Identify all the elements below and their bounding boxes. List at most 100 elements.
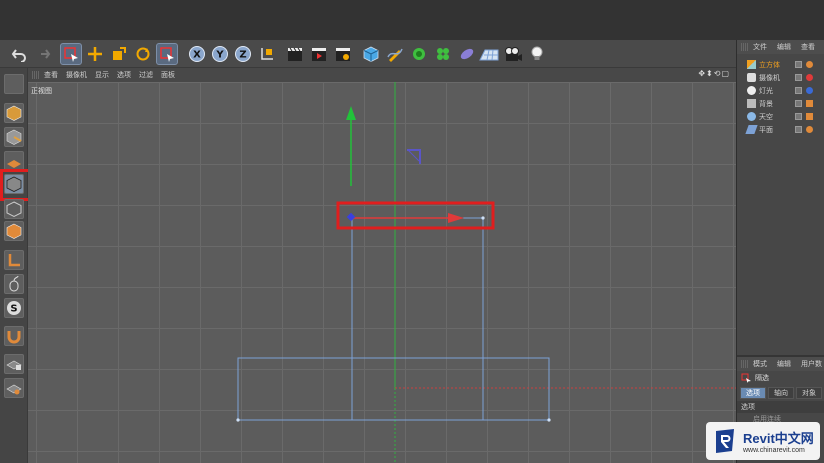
deformer-icon [460,48,474,60]
mode-palette: S [0,68,32,463]
spline-pen-button[interactable] [384,43,406,65]
tab-axis[interactable]: 轴向 [768,387,794,399]
cube-primitive-button[interactable] [360,43,382,65]
tweak-mode-button[interactable] [4,274,24,294]
lightbulb-icon [531,46,543,60]
z-axis-lock-button[interactable]: Z [232,43,254,65]
model-mode-button[interactable] [4,103,24,123]
render-view-button[interactable] [284,43,306,65]
svg-text:Y: Y [215,50,224,61]
object-row-cube[interactable]: 立方体 [737,58,824,71]
object-visibility-flag[interactable] [795,100,802,107]
recent-tool-button[interactable] [156,43,178,65]
attribute-manager-menu: 模式 编辑 用户数 [737,357,824,371]
viewport-menu-options[interactable]: 选项 [117,70,131,80]
redo-button[interactable] [32,43,54,65]
live-selection-button[interactable] [60,43,82,65]
make-editable-button[interactable] [4,74,24,94]
polygons-cube-icon [6,223,22,239]
viewport-navigation-icons[interactable]: ✥⬍⟲▢ [698,69,730,78]
axis-corner-icon [8,254,20,267]
om-menu-view[interactable]: 查看 [801,42,815,52]
site-watermark: Revit中文网 www.chinarevit.com [706,422,820,460]
panel-grip-icon [741,43,749,51]
viewport-menu-view[interactable]: 查看 [44,70,58,80]
object-visibility-flag[interactable] [795,87,802,94]
rotate-tool-button[interactable] [132,43,154,65]
y-axis-icon: Y [212,46,228,62]
workplane-mode-button[interactable] [4,151,24,171]
tab-options[interactable]: 选项 [740,387,766,399]
om-menu-file[interactable]: 文件 [753,42,767,52]
am-menu-mode[interactable]: 模式 [753,359,767,369]
svg-text:X: X [193,50,201,61]
viewport-menu-camera[interactable]: 摄像机 [66,70,87,80]
deformer-button[interactable] [456,43,478,65]
edges-mode-button[interactable] [4,199,24,219]
svg-text:S: S [10,304,17,315]
am-menu-user-data[interactable]: 用户数 [801,359,822,369]
gizmo-plane-diagonal [407,149,420,162]
viewport-menu-filter[interactable]: 过滤 [139,70,153,80]
pen-icon [387,48,403,62]
selection-cursor-icon [64,47,78,62]
revit-logo-icon [716,429,734,453]
coordinate-system-button[interactable] [256,43,278,65]
snap-s-icon: S [7,301,21,315]
floor-button[interactable] [478,43,500,65]
undo-button[interactable] [8,43,30,65]
om-menu-edit[interactable]: 编辑 [777,42,791,52]
am-menu-edit[interactable]: 编辑 [777,359,791,369]
workplane-lock-button[interactable] [4,354,24,374]
camera-icon [505,47,522,61]
object-row-background[interactable]: 背景 [737,97,824,110]
z-axis-icon: Z [235,46,251,62]
y-axis-lock-button[interactable]: Y [209,43,231,65]
rotate-icon [136,47,150,61]
object-visibility-flag[interactable] [795,74,802,81]
object-tag-icon[interactable] [806,74,813,81]
object-name: 摄像机 [759,73,780,82]
attribute-mode-row: 隔选 [737,371,824,385]
object-row-camera[interactable]: 摄像机 [737,71,824,84]
object-visibility-flag[interactable] [795,61,802,68]
object-tag-icon[interactable] [806,87,813,94]
svg-text:Z: Z [239,50,246,61]
texture-mode-button[interactable] [4,127,24,147]
object-row-plane[interactable]: 平面 [737,123,824,136]
solo-button[interactable] [4,378,24,398]
object-row-sky[interactable]: 天空 [737,110,824,123]
object-visibility-flag[interactable] [795,126,802,133]
camera-button[interactable] [502,43,524,65]
solo-grid-icon [6,384,22,395]
subdivision-surface-button[interactable] [408,43,430,65]
panel-grip-icon [741,360,749,368]
base-object-outline [237,357,550,421]
snap-button[interactable]: S [4,298,24,318]
axis-mode-button[interactable] [4,250,24,270]
object-tag-icon[interactable] [806,126,813,133]
selection-tool-icon [741,373,751,383]
viewport-scene [236,82,736,463]
object-manager-panel: 文件 编辑 查看 立方体 摄像机 灯光 背景 天空 平面 模式 编辑 用户数 隔… [736,40,824,463]
viewport-menu-display[interactable]: 显示 [95,70,109,80]
object-tag-icon[interactable] [806,61,813,68]
edges-cube-icon [6,201,22,218]
cloner-button[interactable] [432,43,454,65]
polygons-mode-button[interactable] [4,221,24,241]
scale-tool-button[interactable] [108,43,130,65]
render-settings-button[interactable] [332,43,354,65]
front-viewport[interactable]: 正视图 [28,82,736,463]
object-visibility-flag[interactable] [795,113,802,120]
viewport-menu-panel[interactable]: 面板 [161,70,175,80]
object-row-light[interactable]: 灯光 [737,84,824,97]
object-tag-icon[interactable] [806,113,813,120]
light-button[interactable] [526,43,548,65]
coordinate-system-icon [261,48,273,60]
move-tool-button[interactable] [84,43,106,65]
tab-object[interactable]: 对象 [796,387,822,399]
magnet-button[interactable] [4,326,24,346]
x-axis-lock-button[interactable]: X [186,43,208,65]
object-tag-icon[interactable] [806,100,813,107]
render-picture-viewer-button[interactable] [308,43,330,65]
